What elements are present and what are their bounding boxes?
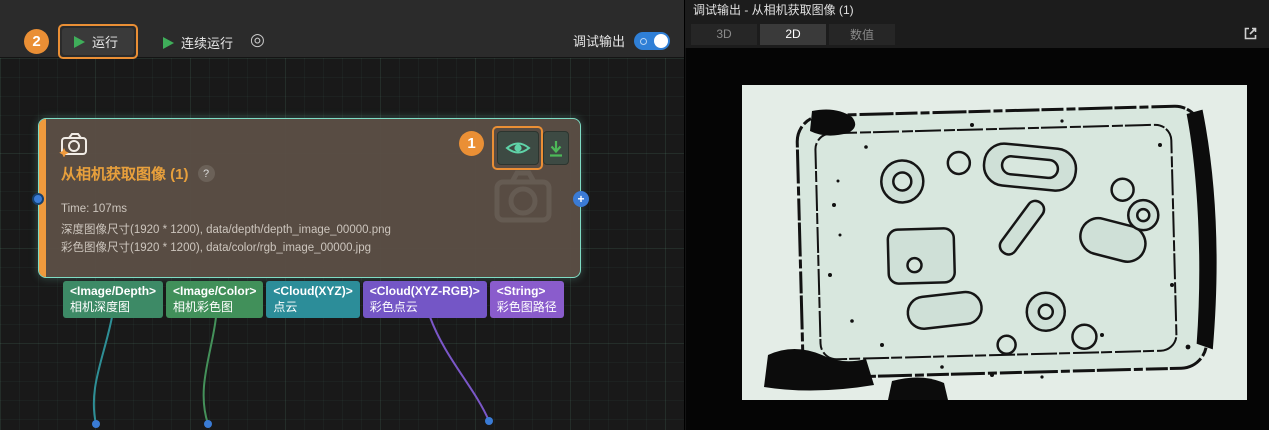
- eye-icon: [505, 139, 531, 157]
- save-output-button[interactable]: [543, 131, 569, 165]
- edge-endpoint[interactable]: [204, 420, 212, 428]
- debug-panel-tabbar: 3D 2D 数值: [685, 20, 1269, 48]
- image-viewer-2d[interactable]: [686, 48, 1269, 430]
- port-name: 相机彩色图: [173, 299, 256, 315]
- port-color-point-cloud[interactable]: <Cloud(XYZ-RGB)> 彩色点云: [363, 281, 487, 318]
- port-type: <Image/Color>: [173, 284, 256, 299]
- port-depth-image[interactable]: <Image/Depth> 相机深度图: [63, 281, 163, 318]
- toggle-knob: [654, 34, 668, 48]
- debug-output-toggle[interactable]: [634, 32, 670, 50]
- visualize-output-button[interactable]: [497, 131, 539, 165]
- edge-endpoint[interactable]: [92, 420, 100, 428]
- node-time-text: Time: 107ms: [61, 203, 127, 215]
- edge-depth[interactable]: [94, 317, 112, 424]
- edge-cloud[interactable]: [430, 317, 489, 421]
- port-type: <Cloud(XYZ)>: [273, 284, 352, 299]
- app-window: 2 运行 连续运行 ◎ 调试输出: [0, 0, 1269, 430]
- tab-3d[interactable]: 3D: [691, 24, 757, 45]
- capture-images-from-camera-node[interactable]: 从相机获取图像 (1) ? Time: 107ms 深度图像尺寸(1920 * …: [38, 118, 581, 278]
- edge-endpoint[interactable]: [485, 417, 493, 425]
- port-type: <String>: [497, 284, 557, 299]
- node-color-path-text: 彩色图像尺寸(1920 * 1200), data/color/rgb_imag…: [61, 239, 371, 255]
- port-name: 彩色图路径: [497, 299, 557, 315]
- run-button-label: 运行: [92, 32, 118, 51]
- node-output-ports: <Image/Depth> 相机深度图 <Image/Color> 相机彩色图 …: [63, 281, 564, 318]
- tab-numeric[interactable]: 数值: [829, 24, 895, 45]
- help-icon[interactable]: ?: [198, 165, 215, 182]
- debug-output-panel: 调试输出 - 从相机获取图像 (1) 3D 2D 数值: [684, 0, 1269, 430]
- camera-step-icon: [59, 131, 89, 157]
- continuous-run-button[interactable]: 连续运行: [163, 33, 233, 52]
- external-link-icon: [1242, 25, 1259, 42]
- node-editor-pane: 2 运行 连续运行 ◎ 调试输出: [0, 0, 684, 430]
- run-button[interactable]: 运行: [62, 28, 134, 55]
- debug-output-toggle-group: 调试输出: [573, 31, 670, 50]
- debug-output-label: 调试输出: [573, 31, 625, 50]
- node-depth-path-text: 深度图像尺寸(1920 * 1200), data/depth/depth_im…: [61, 221, 391, 237]
- debug-panel-title: 调试输出 - 从相机获取图像 (1): [685, 0, 1269, 20]
- edge-color[interactable]: [204, 317, 216, 424]
- run-config-icon[interactable]: ◎: [250, 30, 265, 50]
- play-icon: [74, 36, 85, 48]
- port-type: <Image/Depth>: [70, 284, 156, 299]
- open-in-new-window-button[interactable]: [1242, 25, 1259, 45]
- continuous-run-label: 连续运行: [181, 33, 233, 52]
- graph-canvas[interactable]: 从相机获取图像 (1) ? Time: 107ms 深度图像尺寸(1920 * …: [0, 58, 684, 430]
- port-color-image[interactable]: <Image/Color> 相机彩色图: [166, 281, 263, 318]
- node-title-row: 从相机获取图像 (1) ?: [61, 163, 215, 184]
- port-color-image-path[interactable]: <String> 彩色图路径: [490, 281, 564, 318]
- depth-map-image: [742, 85, 1247, 400]
- annotation-box-run: 运行: [58, 24, 138, 59]
- port-name: 点云: [273, 299, 352, 315]
- annotation-step-1-badge: 1: [459, 131, 484, 156]
- camera-watermark-icon: [490, 167, 556, 225]
- port-name: 相机深度图: [70, 299, 156, 315]
- port-name: 彩色点云: [370, 299, 480, 315]
- tab-2d[interactable]: 2D: [760, 24, 826, 45]
- port-type: <Cloud(XYZ-RGB)>: [370, 284, 480, 299]
- play-icon: [163, 37, 174, 49]
- node-title: 从相机获取图像 (1): [61, 163, 189, 184]
- node-input-port[interactable]: [32, 193, 44, 205]
- download-icon: [548, 140, 564, 157]
- port-point-cloud[interactable]: <Cloud(XYZ)> 点云: [266, 281, 359, 318]
- node-output-port[interactable]: +: [573, 191, 589, 207]
- annotation-step-2-badge: 2: [24, 29, 49, 54]
- editor-toolbar: 2 运行 连续运行 ◎ 调试输出: [0, 0, 684, 58]
